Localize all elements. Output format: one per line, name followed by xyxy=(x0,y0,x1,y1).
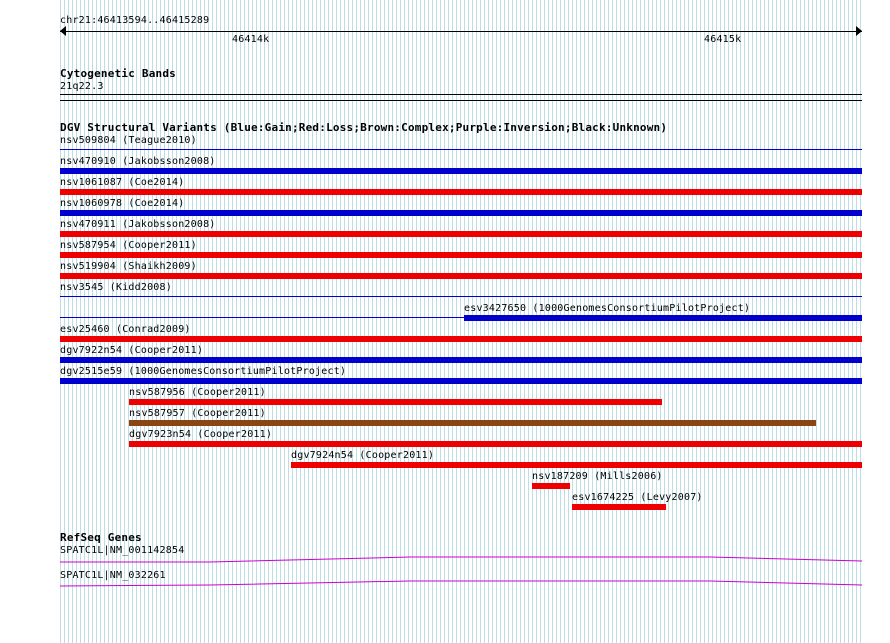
dgv-variant-label[interactable]: nsv587956 (Cooper2011) xyxy=(129,387,266,398)
dgv-variant-label[interactable]: dgv7923n54 (Cooper2011) xyxy=(129,429,272,440)
dgv-variant-label[interactable]: dgv7924n54 (Cooper2011) xyxy=(291,450,434,461)
dgv-variant-bar-gain[interactable] xyxy=(60,357,862,363)
dgv-variant-bar-loss[interactable] xyxy=(60,189,862,195)
cytoband-label: 21q22.3 xyxy=(60,81,104,92)
dgv-variant-bar-loss[interactable] xyxy=(60,273,862,279)
ruler-right-arrow-icon[interactable] xyxy=(856,26,862,36)
dgv-variant-label[interactable]: esv3427650 (1000GenomesConsortiumPilotPr… xyxy=(464,303,750,314)
dgv-variant-label[interactable]: nsv470910 (Jakobsson2008) xyxy=(60,156,216,167)
genome-browser-view: chr21:46413594..46415289 46414k 46415k C… xyxy=(0,0,890,643)
dgv-track-title[interactable]: DGV Structural Variants (Blue:Gain;Red:L… xyxy=(60,122,667,134)
dgv-variant-bar-gain[interactable] xyxy=(60,168,862,174)
dgv-variant-bar-gain[interactable] xyxy=(464,315,862,321)
dgv-variant-label[interactable]: esv25460 (Conrad2009) xyxy=(60,324,191,335)
dgv-variant-bar-loss[interactable] xyxy=(60,252,862,258)
dgv-variant-bar-gain[interactable] xyxy=(60,210,862,216)
dgv-variant-bar-loss[interactable] xyxy=(60,231,862,237)
ruler-left-arrow-icon[interactable] xyxy=(60,26,66,36)
dgv-variant-label[interactable]: nsv519904 (Shaikh2009) xyxy=(60,261,197,272)
dgv-variant-bar-thin[interactable] xyxy=(60,149,862,150)
dgv-variant-bar-loss[interactable] xyxy=(532,483,570,489)
dgv-variant-label[interactable]: esv1674225 (Levy2007) xyxy=(572,492,703,503)
dgv-variant-label[interactable]: nsv1061087 (Coe2014) xyxy=(60,177,184,188)
cytoband-band-line-bottom[interactable] xyxy=(60,100,862,101)
dgv-variant-label[interactable]: nsv587954 (Cooper2011) xyxy=(60,240,197,251)
dgv-variant-label[interactable]: dgv2515e59 (1000GenomesConsortiumPilotPr… xyxy=(60,366,346,377)
refseq-gene-models xyxy=(60,556,862,587)
dgv-variant-bar-complex[interactable] xyxy=(129,420,816,426)
cytoband-track-title[interactable]: Cytogenetic Bands xyxy=(60,68,176,80)
dgv-variant-label[interactable]: nsv470911 (Jakobsson2008) xyxy=(60,219,216,230)
refseq-gene-model-2[interactable] xyxy=(60,580,862,587)
dgv-variant-bar-gain[interactable] xyxy=(60,378,862,384)
ruler-tick-label-1: 46414k xyxy=(232,34,270,45)
dgv-variant-bar-loss[interactable] xyxy=(291,462,862,468)
dgv-variant-label[interactable]: nsv187209 (Mills2006) xyxy=(532,471,663,482)
dgv-variant-label[interactable]: nsv1060978 (Coe2014) xyxy=(60,198,184,209)
ruler-tick-label-2: 46415k xyxy=(704,34,742,45)
dgv-variant-label[interactable]: nsv3545 (Kidd2008) xyxy=(60,282,172,293)
refseq-track-title[interactable]: RefSeq Genes xyxy=(60,532,142,544)
dgv-variant-bar-loss[interactable] xyxy=(129,441,862,447)
dgv-variant-thin-segment[interactable] xyxy=(60,317,465,318)
dgv-variant-bar-loss[interactable] xyxy=(129,399,662,405)
dgv-variant-bar-loss[interactable] xyxy=(60,336,862,342)
ruler-range-label: chr21:46413594..46415289 xyxy=(60,15,210,26)
ruler-axis[interactable] xyxy=(60,31,862,32)
dgv-variant-bar-thin[interactable] xyxy=(60,296,862,297)
dgv-variant-label[interactable]: nsv587957 (Cooper2011) xyxy=(129,408,266,419)
dgv-variant-label[interactable]: nsv509804 (Teague2010) xyxy=(60,135,197,146)
dgv-variant-bar-loss[interactable] xyxy=(572,504,666,510)
dgv-variant-label[interactable]: dgv7922n54 (Cooper2011) xyxy=(60,345,203,356)
cytoband-band-line-top[interactable] xyxy=(60,94,862,95)
refseq-gene-model-1[interactable] xyxy=(60,556,862,563)
